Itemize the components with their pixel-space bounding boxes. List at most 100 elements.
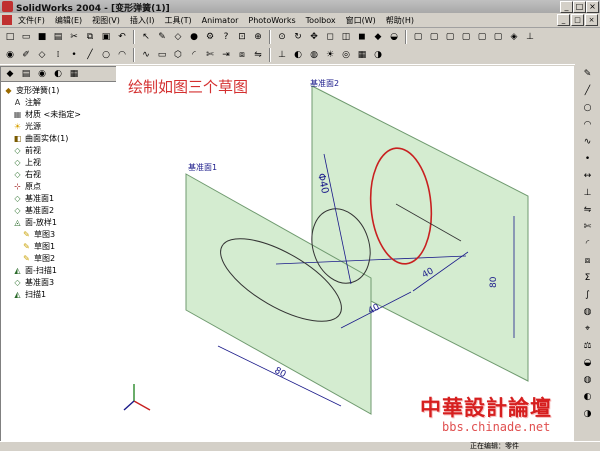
spline-tool-button[interactable]: ∫ [581, 289, 594, 301]
doc-restore-button[interactable]: □ [571, 14, 584, 26]
render-button[interactable]: ◑ [371, 48, 385, 62]
arc-button[interactable]: ◠ [115, 48, 129, 62]
tree-item[interactable]: ✎ 草图3 [22, 229, 55, 240]
normal-to-button[interactable]: ⊥ [523, 30, 537, 44]
tree-item[interactable]: ▦ 材质 <未指定> [13, 109, 81, 120]
line-button[interactable]: ╱ [83, 48, 97, 62]
help-button[interactable]: ? [219, 30, 233, 44]
front-view-button[interactable]: ▢ [411, 30, 425, 44]
document-icon[interactable] [2, 15, 12, 25]
sigma-button[interactable]: Σ [581, 272, 594, 284]
sketch-button[interactable]: ✎ [155, 30, 169, 44]
pan-button[interactable]: ✥ [307, 30, 321, 44]
dimension-button[interactable]: ↔ [581, 170, 594, 182]
tree-tab-1[interactable]: ◆ [3, 68, 17, 80]
tree-item[interactable]: ◭ 扫描1 [13, 289, 46, 300]
tree-item[interactable]: ◇ 基准面2 [13, 205, 54, 216]
tree-item[interactable]: ✎ 草图1 [22, 241, 55, 252]
tree-item[interactable]: ⊹ 原点 [13, 181, 41, 192]
doc-minimize-button[interactable]: _ [557, 14, 570, 26]
color-button[interactable]: ◍ [307, 48, 321, 62]
menu-help[interactable]: 帮助(H) [382, 14, 418, 27]
bottom-view-button[interactable]: ▢ [491, 30, 505, 44]
doc-close-button[interactable]: × [585, 14, 598, 26]
tree-tab-3[interactable]: ◉ [35, 68, 49, 80]
tree-item[interactable]: ◆ 变形弹簧(1) [4, 85, 59, 96]
plane-button[interactable]: ◇ [35, 48, 49, 62]
polygon-button[interactable]: ⬡ [171, 48, 185, 62]
menu-view[interactable]: 视图(V) [88, 14, 124, 27]
print-button[interactable]: ▤ [51, 30, 65, 44]
minimize-button[interactable]: _ [560, 1, 573, 13]
tree-item[interactable]: ☀ 光源 [13, 121, 41, 132]
offset-button[interactable]: ⧈ [235, 48, 249, 62]
left-view-button[interactable]: ▢ [443, 30, 457, 44]
menu-animator[interactable]: Animator [198, 14, 243, 27]
material-button[interactable]: ▦ [355, 48, 369, 62]
point-button[interactable]: • [67, 48, 81, 62]
mirror-button[interactable]: ⇋ [251, 48, 265, 62]
close-button[interactable]: × [586, 1, 599, 13]
mirror-button[interactable]: ⇋ [581, 204, 594, 216]
tree-item[interactable]: A 注解 [13, 97, 41, 108]
rectangle-button[interactable]: ▭ [155, 48, 169, 62]
perspective-button[interactable]: ◆ [371, 30, 385, 44]
axis-button[interactable]: ⁞ [51, 48, 65, 62]
options-button[interactable]: ⚙ [203, 30, 217, 44]
relation-button[interactable]: ⊥ [581, 187, 594, 199]
light-button[interactable]: ☀ [323, 48, 337, 62]
tree-tab-4[interactable]: ◐ [51, 68, 65, 80]
iso-view-button[interactable]: ◈ [507, 30, 521, 44]
tree-item[interactable]: ◭ 面-扫描1 [13, 265, 57, 276]
hidden-lines-button[interactable]: ◫ [339, 30, 353, 44]
dimension-80-height[interactable]: 80 [489, 276, 499, 288]
color-button[interactable]: ◍ [581, 306, 594, 318]
wireframe-button[interactable]: ◻ [323, 30, 337, 44]
menu-toolbox[interactable]: Toolbox [302, 14, 340, 27]
feature-button[interactable]: ◉ [3, 48, 17, 62]
tree-item[interactable]: ◇ 前视 [13, 145, 41, 156]
shaded-button[interactable]: ◼ [355, 30, 369, 44]
menu-window[interactable]: 窗口(W) [342, 14, 380, 27]
spline-button[interactable]: ∿ [581, 136, 594, 148]
select-button[interactable]: ↖ [139, 30, 153, 44]
rotate-button[interactable]: ↻ [291, 30, 305, 44]
tree-item[interactable]: ◇ 上视 [13, 157, 41, 168]
measure-button[interactable]: ⌖ [581, 323, 594, 335]
sketch-tool-button[interactable]: ✐ [19, 48, 33, 62]
zoom-area-button[interactable]: ⊕ [251, 30, 265, 44]
trim-button[interactable]: ✄ [581, 221, 594, 233]
circle-button[interactable]: ○ [581, 102, 594, 114]
dimension-80-width[interactable]: 80 [273, 366, 288, 380]
camera-button[interactable]: ◎ [339, 48, 353, 62]
zoom-fit-button[interactable]: ⊡ [235, 30, 249, 44]
line-button[interactable]: ╱ [581, 85, 594, 97]
display-button[interactable]: ◐ [291, 48, 305, 62]
open-button[interactable]: ▭ [19, 30, 33, 44]
fillet-button[interactable]: ◜ [581, 238, 594, 250]
tree-tab-5[interactable]: ▦ [67, 68, 81, 80]
section-button[interactable]: ◒ [581, 357, 594, 369]
smart-dimension-button[interactable]: ◇ [171, 30, 185, 44]
fillet-button[interactable]: ◜ [187, 48, 201, 62]
menu-edit[interactable]: 编辑(E) [51, 14, 86, 27]
tree-item[interactable]: ◇ 右视 [13, 169, 41, 180]
tree-item[interactable]: ◇ 基准面3 [13, 277, 54, 288]
undo-button[interactable]: ↶ [115, 30, 129, 44]
menu-insert[interactable]: 插入(I) [126, 14, 159, 27]
section-button[interactable]: ◒ [387, 30, 401, 44]
tree-item[interactable]: ◇ 基准面1 [13, 193, 54, 204]
tree-item[interactable]: ✎ 草图2 [22, 253, 55, 264]
tree-tab-2[interactable]: ▤ [19, 68, 33, 80]
top-view-button[interactable]: ▢ [475, 30, 489, 44]
mass-button[interactable]: ⚖ [581, 340, 594, 352]
offset-button[interactable]: ⧈ [581, 255, 594, 267]
copy-button[interactable]: ⧉ [83, 30, 97, 44]
sketch-button[interactable]: ✎ [581, 68, 594, 80]
tree-item[interactable]: ◧ 曲面实体(1) [13, 133, 69, 144]
new-button[interactable]: □ [3, 30, 17, 44]
menu-photoworks[interactable]: PhotoWorks [244, 14, 299, 27]
circle-button[interactable]: ○ [99, 48, 113, 62]
maximize-button[interactable]: □ [573, 1, 586, 13]
paste-button[interactable]: ▣ [99, 30, 113, 44]
